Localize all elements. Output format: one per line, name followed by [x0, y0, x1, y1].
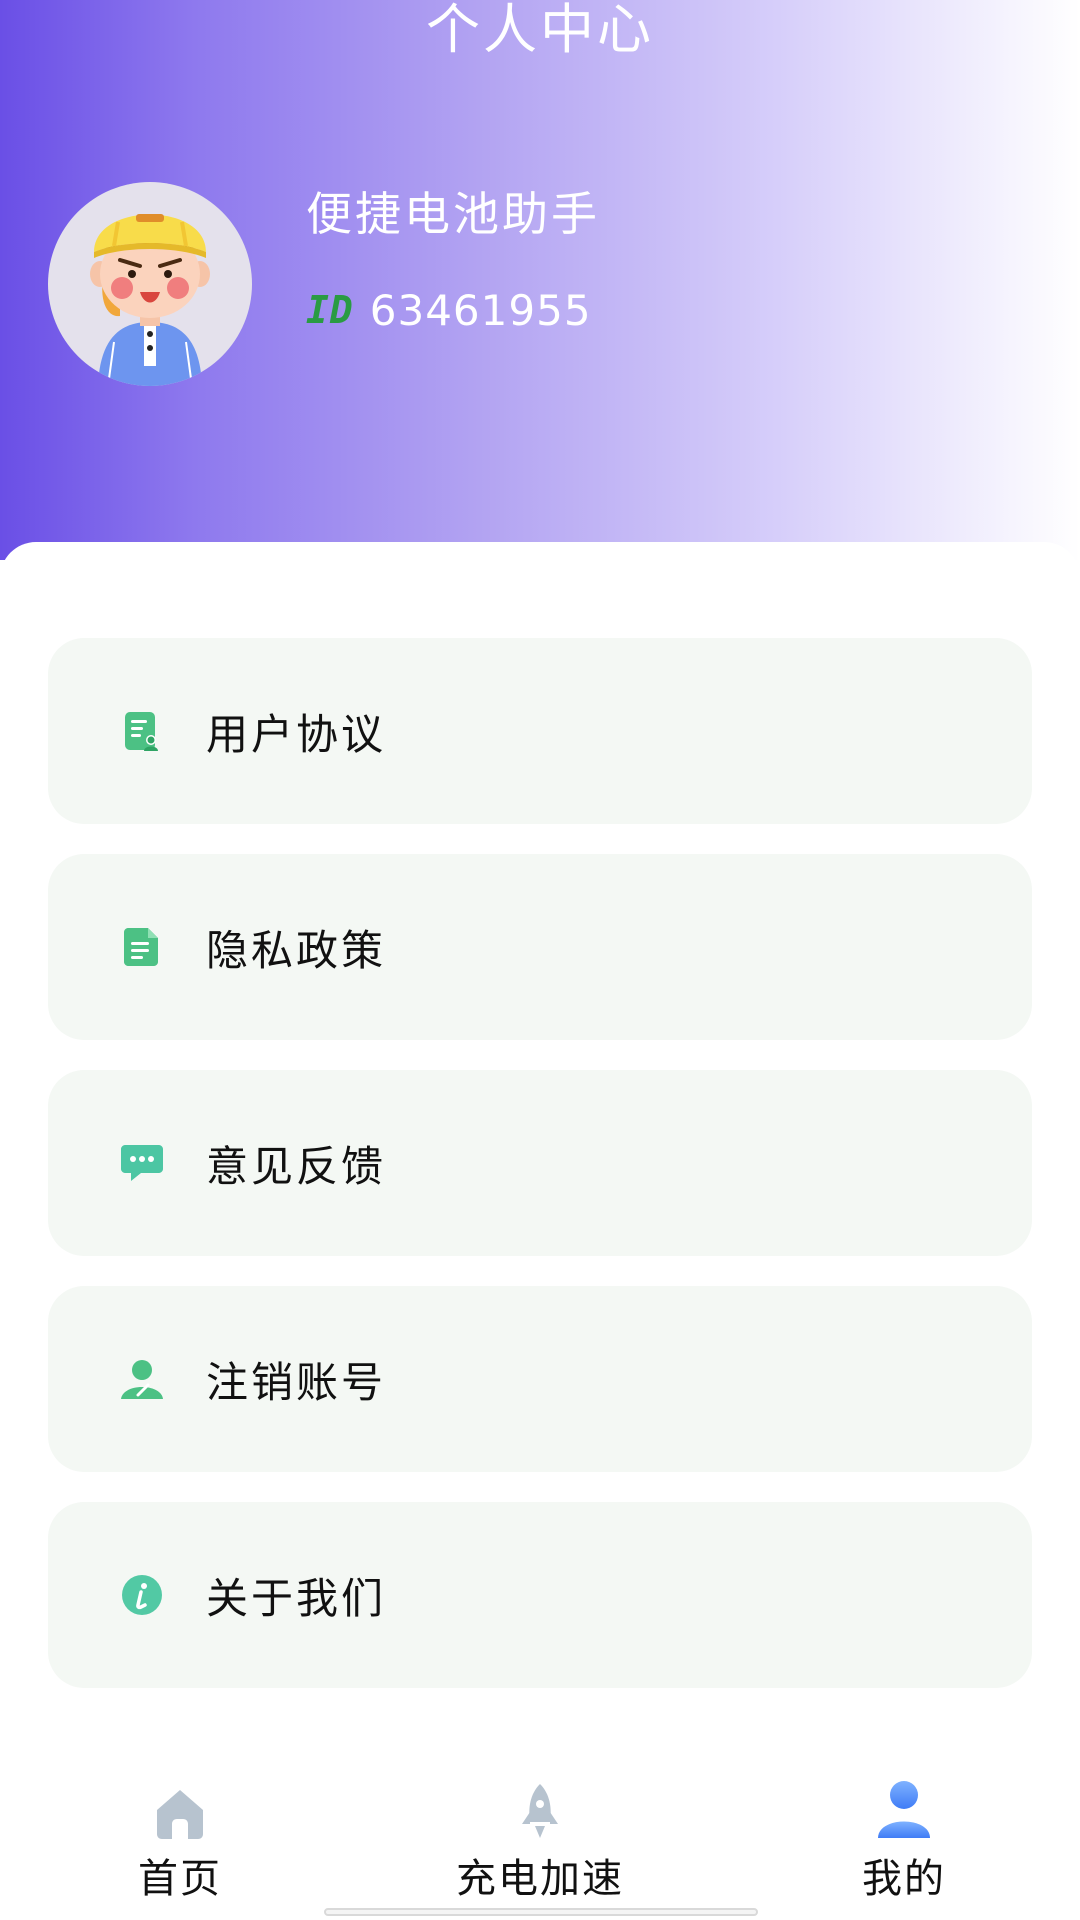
rocket-icon [410, 1780, 670, 1840]
id-label: ID [306, 288, 354, 332]
nav-label: 首页 [138, 1856, 222, 1902]
home-icon [50, 1780, 310, 1840]
menu-item-label: 注销账号 [206, 1357, 387, 1407]
menu-item-delete-account[interactable]: 注销账号 [48, 1286, 1032, 1472]
page-title: 个人中心 [426, 0, 654, 61]
menu-item-feedback[interactable]: 意见反馈 [48, 1070, 1032, 1256]
nav-tab-home[interactable]: 首页 [50, 1780, 310, 1904]
chat-bubble-icon [120, 1141, 164, 1185]
profile-header: 个人中心 便捷电池助手 ID 63461955 [0, 0, 1080, 560]
menu-item-label: 用户协议 [206, 709, 387, 759]
nav-label: 我的 [862, 1856, 946, 1902]
nav-tab-mine[interactable]: 我的 [774, 1780, 1034, 1904]
info-icon [120, 1573, 164, 1617]
document-icon [120, 925, 164, 969]
document-user-icon [120, 709, 164, 753]
user-edit-icon [120, 1357, 164, 1401]
menu-item-label: 意见反馈 [206, 1141, 387, 1191]
home-indicator [324, 1908, 758, 1916]
user-id-row: ID 63461955 [306, 282, 592, 338]
menu-item-label: 隐私政策 [206, 925, 387, 975]
menu-item-about-us[interactable]: 关于我们 [48, 1502, 1032, 1688]
nav-label: 充电加速 [456, 1856, 624, 1902]
menu-item-label: 关于我们 [206, 1573, 387, 1623]
nav-tab-charge-boost[interactable]: 充电加速 [410, 1780, 670, 1904]
menu-item-user-agreement[interactable]: 用户协议 [48, 638, 1032, 824]
menu-item-privacy-policy[interactable]: 隐私政策 [48, 854, 1032, 1040]
bottom-nav: 首页 充电加速 我的 [0, 1780, 1080, 1920]
user-id-value: 63461955 [369, 285, 592, 335]
app-name: 便捷电池助手 [306, 187, 600, 241]
avatar [48, 182, 252, 386]
profile-icon [774, 1780, 1034, 1840]
